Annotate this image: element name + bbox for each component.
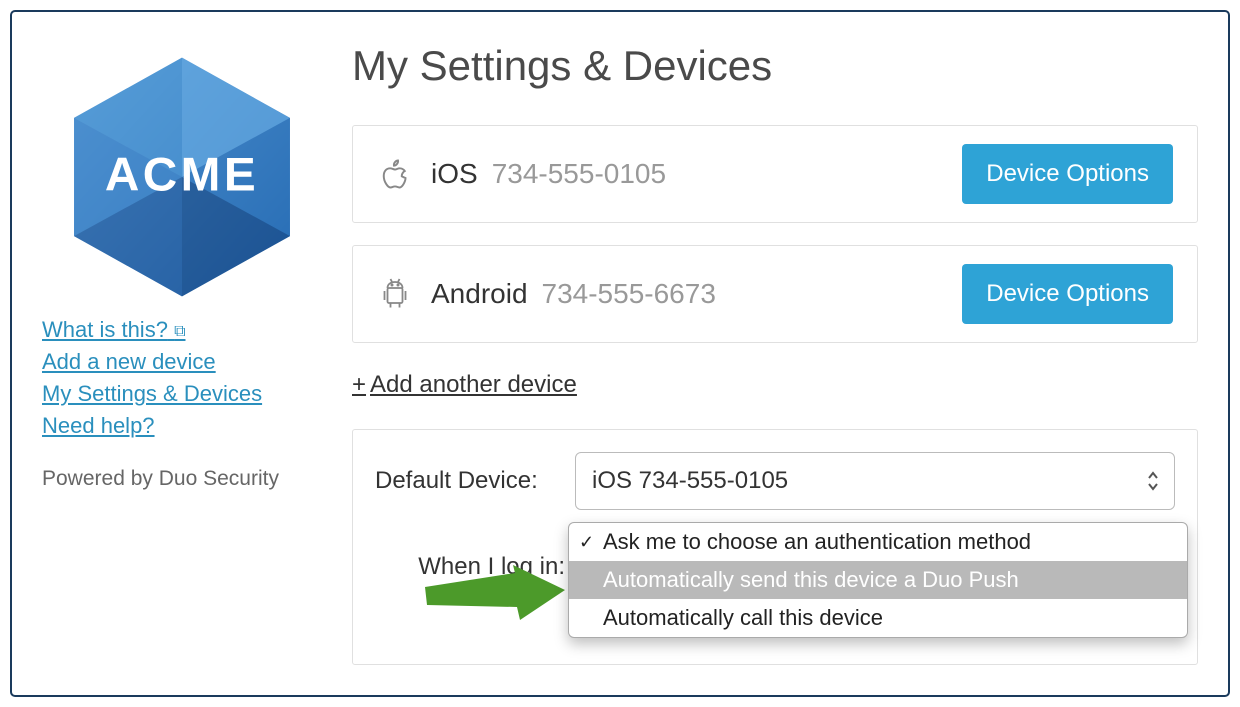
link-my-settings-devices[interactable]: My Settings & Devices (42, 381, 262, 407)
sidebar-links: What is this? ⧉ Add a new device My Sett… (42, 317, 322, 445)
sidebar: ACME What is this? ⧉ Add a new device My… (42, 32, 322, 665)
annotation-arrow (425, 565, 565, 630)
device-row-ios: iOS 734-555-0105 Device Options (352, 125, 1198, 223)
link-what-is-this[interactable]: What is this? ⧉ (42, 317, 186, 343)
dropdown-option-ask[interactable]: ✓ Ask me to choose an authentication met… (569, 523, 1187, 561)
default-device-label: Default Device: (375, 467, 575, 495)
apple-icon (377, 156, 413, 192)
main-content: My Settings & Devices iOS 734-555-0105 D… (352, 32, 1198, 665)
login-settings-panel: Default Device: iOS 734-555-0105 When I … (352, 429, 1198, 665)
dropdown-option-call[interactable]: Automatically call this device (569, 599, 1187, 637)
android-icon (377, 276, 413, 312)
link-add-new-device[interactable]: Add a new device (42, 349, 216, 375)
default-device-value: iOS 734-555-0105 (592, 467, 788, 495)
powered-by-text: Powered by Duo Security (42, 467, 322, 491)
acme-hex-logo-icon: ACME (67, 52, 297, 302)
device-platform: iOS (431, 158, 478, 190)
add-another-device-link[interactable]: +Add another device (352, 371, 577, 399)
external-link-icon: ⧉ (174, 323, 185, 340)
when-login-dropdown: ✓ Ask me to choose an authentication met… (568, 522, 1188, 638)
page-title: My Settings & Devices (352, 42, 1198, 90)
plus-icon: + (352, 371, 366, 398)
chevron-updown-icon (1146, 470, 1160, 492)
svg-text:ACME: ACME (105, 149, 259, 202)
dropdown-option-push[interactable]: Automatically send this device a Duo Pus… (569, 561, 1187, 599)
device-phone: 734-555-0105 (492, 158, 963, 190)
company-logo: ACME (42, 52, 322, 302)
default-device-row: Default Device: iOS 734-555-0105 (375, 452, 1175, 510)
device-row-android: Android 734-555-6673 Device Options (352, 245, 1198, 343)
check-icon: ✓ (579, 532, 594, 553)
device-options-button[interactable]: Device Options (962, 264, 1173, 324)
duo-settings-frame: ACME What is this? ⧉ Add a new device My… (10, 10, 1230, 697)
device-platform: Android (431, 278, 528, 310)
device-phone: 734-555-6673 (542, 278, 963, 310)
device-options-button[interactable]: Device Options (962, 144, 1173, 204)
default-device-select[interactable]: iOS 734-555-0105 (575, 452, 1175, 510)
link-need-help[interactable]: Need help? (42, 413, 155, 439)
